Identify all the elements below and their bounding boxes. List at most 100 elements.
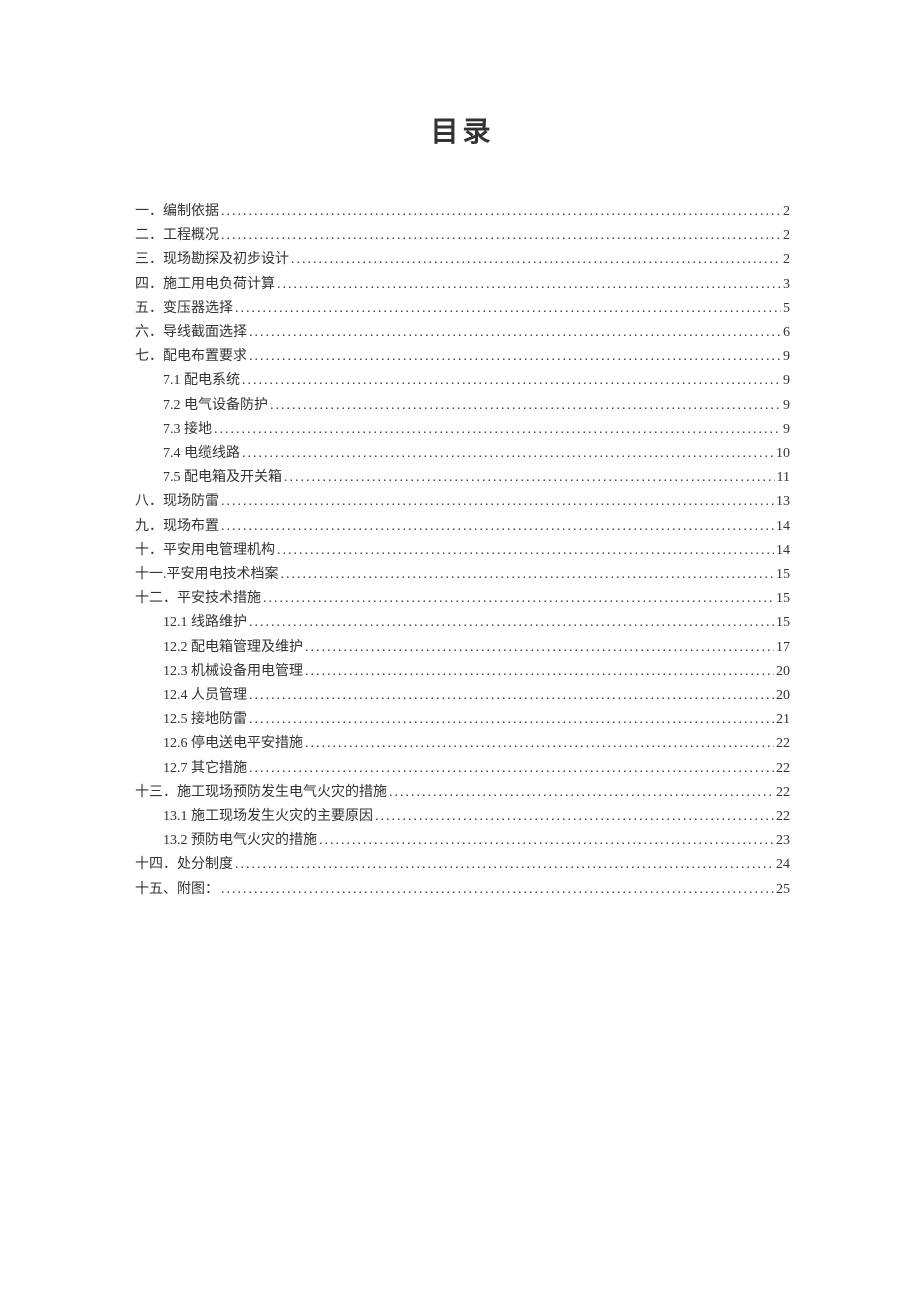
table-of-contents: 一．编制依据 2二．工程概况 2三．现场勘探及初步设计 2四．施工用电负荷计算 …	[135, 200, 790, 902]
toc-leader-dots	[275, 539, 774, 563]
toc-entry: 五．变压器选择 5	[135, 297, 790, 321]
toc-leader-dots	[212, 418, 781, 442]
toc-label: 12.4 人员管理	[163, 684, 247, 708]
toc-page-number: 5	[781, 297, 790, 321]
toc-page-number: 2	[781, 248, 790, 272]
toc-label: 十四．处分制度	[135, 853, 233, 877]
toc-leader-dots	[219, 200, 781, 224]
toc-page-number: 14	[774, 539, 790, 563]
toc-page-number: 15	[774, 587, 790, 611]
toc-page-number: 2	[781, 200, 790, 224]
toc-leader-dots	[275, 273, 781, 297]
toc-label: 7.1 配电系统	[163, 369, 240, 393]
toc-entry: 7.5 配电箱及开关箱 11	[135, 466, 790, 490]
toc-label: 7.4 电缆线路	[163, 442, 240, 466]
toc-label: 一．编制依据	[135, 200, 219, 224]
toc-leader-dots	[247, 684, 774, 708]
toc-leader-dots	[247, 708, 774, 732]
toc-page-number: 6	[781, 321, 790, 345]
toc-label: 七．配电布置要求	[135, 345, 247, 369]
toc-leader-dots	[303, 636, 774, 660]
toc-entry: 12.7 其它措施 22	[135, 757, 790, 781]
toc-page-number: 24	[774, 853, 790, 877]
toc-label: 九．现场布置	[135, 515, 219, 539]
toc-label: 7.3 接地	[163, 418, 212, 442]
toc-label: 十三．施工现场预防发生电气火灾的措施	[135, 781, 387, 805]
toc-page-number: 2	[781, 224, 790, 248]
toc-leader-dots	[233, 297, 781, 321]
toc-entry: 三．现场勘探及初步设计 2	[135, 248, 790, 272]
toc-entry: 7.3 接地 9	[135, 418, 790, 442]
toc-page-number: 20	[774, 660, 790, 684]
toc-page-number: 23	[774, 829, 790, 853]
toc-leader-dots	[268, 394, 781, 418]
toc-page-number: 20	[774, 684, 790, 708]
toc-entry: 13.1 施工现场发生火灾的主要原因22	[135, 805, 790, 829]
toc-label: 十一.平安用电技术档案	[135, 563, 279, 587]
toc-leader-dots	[317, 829, 774, 853]
toc-entry: 九．现场布置 14	[135, 515, 790, 539]
toc-label: 12.5 接地防雷	[163, 708, 247, 732]
toc-label: 十二．平安技术措施	[135, 587, 261, 611]
toc-leader-dots	[282, 466, 775, 490]
toc-label: 12.1 线路维护	[163, 611, 247, 635]
toc-entry: 13.2 预防电气火灾的措施 23	[135, 829, 790, 853]
toc-page-number: 10	[774, 442, 790, 466]
page-title: 目录	[135, 110, 790, 150]
toc-page-number: 22	[774, 781, 790, 805]
toc-leader-dots	[247, 757, 774, 781]
toc-leader-dots	[219, 878, 774, 902]
toc-entry: 12.6 停电送电平安措施 22	[135, 732, 790, 756]
toc-entry: 一．编制依据 2	[135, 200, 790, 224]
toc-leader-dots	[247, 321, 781, 345]
toc-leader-dots	[219, 224, 781, 248]
toc-leader-dots	[373, 805, 774, 829]
toc-page-number: 15	[774, 611, 790, 635]
toc-entry: 八．现场防雷 13	[135, 490, 790, 514]
toc-page-number: 21	[774, 708, 790, 732]
toc-page-number: 11	[775, 466, 790, 490]
toc-page-number: 9	[781, 369, 790, 393]
toc-leader-dots	[219, 490, 774, 514]
toc-leader-dots	[279, 563, 775, 587]
toc-entry: 十一.平安用电技术档案 15	[135, 563, 790, 587]
toc-entry: 二．工程概况 2	[135, 224, 790, 248]
toc-entry: 十．平安用电管理机构 14	[135, 539, 790, 563]
toc-label: 7.2 电气设备防护	[163, 394, 268, 418]
toc-label: 八．现场防雷	[135, 490, 219, 514]
toc-leader-dots	[233, 853, 774, 877]
toc-entry: 12.1 线路维护 15	[135, 611, 790, 635]
toc-label: 十．平安用电管理机构	[135, 539, 275, 563]
toc-entry: 十二．平安技术措施 15	[135, 587, 790, 611]
toc-leader-dots	[247, 611, 774, 635]
toc-entry: 12.5 接地防雷 21	[135, 708, 790, 732]
toc-entry: 7.1 配电系统 9	[135, 369, 790, 393]
toc-label: 十五、附图：	[135, 878, 219, 902]
toc-entry: 六．导线截面选择 6	[135, 321, 790, 345]
toc-page-number: 22	[774, 805, 790, 829]
toc-page-number: 22	[774, 732, 790, 756]
toc-leader-dots	[247, 345, 781, 369]
toc-label: 二．工程概况	[135, 224, 219, 248]
toc-entry: 十四．处分制度 24	[135, 853, 790, 877]
toc-page-number: 22	[774, 757, 790, 781]
toc-entry: 7.2 电气设备防护 9	[135, 394, 790, 418]
toc-label: 13.2 预防电气火灾的措施	[163, 829, 317, 853]
toc-page-number: 9	[781, 394, 790, 418]
toc-leader-dots	[261, 587, 774, 611]
toc-label: 12.3 机械设备用电管理	[163, 660, 303, 684]
toc-page-number: 25	[774, 878, 790, 902]
toc-page-number: 3	[781, 273, 790, 297]
toc-leader-dots	[303, 660, 774, 684]
toc-label: 三．现场勘探及初步设计	[135, 248, 289, 272]
toc-label: 12.7 其它措施	[163, 757, 247, 781]
toc-leader-dots	[219, 515, 774, 539]
toc-entry: 十三．施工现场预防发生电气火灾的措施 22	[135, 781, 790, 805]
toc-label: 六．导线截面选择	[135, 321, 247, 345]
toc-entry: 7.4 电缆线路 10	[135, 442, 790, 466]
toc-leader-dots	[303, 732, 774, 756]
toc-leader-dots	[289, 248, 781, 272]
toc-entry: 四．施工用电负荷计算 3	[135, 273, 790, 297]
toc-leader-dots	[240, 442, 774, 466]
toc-label: 12.6 停电送电平安措施	[163, 732, 303, 756]
